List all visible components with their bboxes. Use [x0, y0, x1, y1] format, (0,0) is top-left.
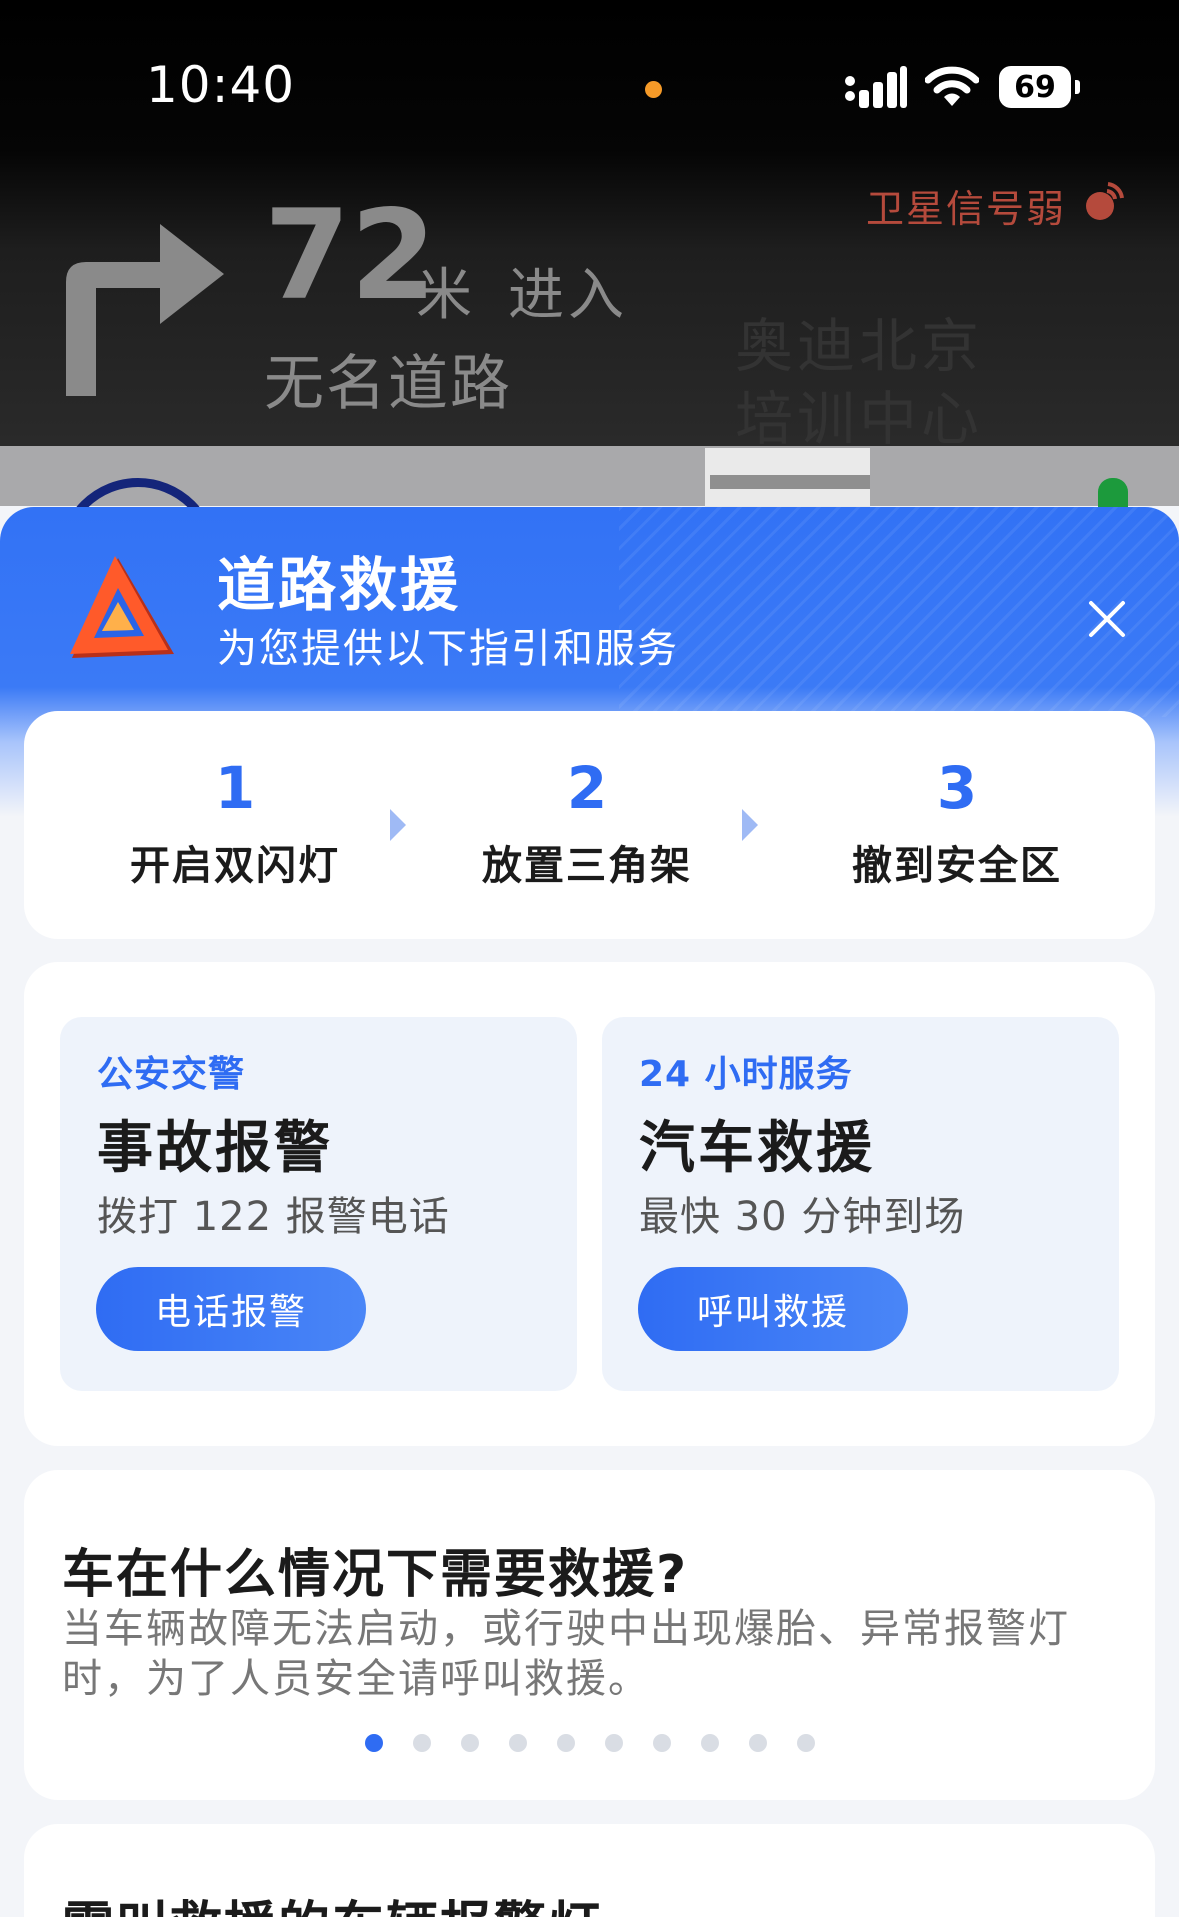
map-poi-label: 奥迪北京 培训中心 — [735, 310, 983, 455]
satellite-icon — [1086, 182, 1124, 220]
privacy-indicator-dot — [645, 81, 662, 98]
map-road-marking — [710, 475, 870, 489]
step-number: 2 — [566, 754, 608, 822]
pagination-dot[interactable] — [748, 1734, 767, 1752]
gps-warning-text: 卫星信号弱 — [866, 187, 1067, 231]
step-label: 撤到安全区 — [852, 843, 1062, 889]
map-poi-line2: 培训中心 — [735, 384, 984, 453]
rescue-title: 道路救援 — [217, 551, 462, 619]
step-arrow-icon — [390, 809, 406, 841]
road-name: 无名道路 — [264, 349, 512, 419]
warning-lights-card[interactable]: 需叫救援的车辆报警灯 — [24, 1824, 1155, 1917]
close-icon[interactable] — [1082, 594, 1132, 644]
pagination-dots[interactable] — [24, 1734, 1155, 1752]
wifi-icon — [925, 66, 979, 106]
service-tag: 公安交警 — [97, 1054, 246, 1095]
step-label: 开启双闪灯 — [130, 843, 340, 889]
section-title: 需叫救援的车辆报警灯 — [62, 1884, 602, 1917]
step-hazard-lights: 1 开启双闪灯 — [110, 759, 360, 891]
info-text: 当车辆故障无法启动，或行驶中出现爆胎、异常报警灯时，为了人员安全请呼叫救援。 — [62, 1606, 1070, 1702]
rescue-subtitle: 为您提供以下指引和服务 — [217, 626, 679, 672]
step-arrow-icon — [742, 809, 758, 841]
service-description: 拨打 122 报警电话 — [97, 1194, 450, 1240]
service-title: 汽车救援 — [639, 1116, 875, 1181]
pagination-dot[interactable] — [604, 1734, 623, 1752]
pagination-dot[interactable] — [652, 1734, 671, 1752]
service-car-rescue: 24 小时服务 汽车救援 最快 30 分钟到场 呼叫救援 — [602, 1017, 1119, 1391]
step-number: 1 — [214, 754, 256, 822]
step-number: 3 — [936, 754, 978, 822]
service-description: 最快 30 分钟到场 — [639, 1194, 966, 1240]
pagination-dot[interactable] — [700, 1734, 719, 1752]
pagination-dot[interactable] — [508, 1734, 527, 1752]
battery-indicator: 69 — [999, 66, 1071, 108]
distance-unit: 米 — [416, 263, 472, 328]
service-tag: 24 小时服务 — [639, 1054, 853, 1095]
status-time: 10:40 — [146, 56, 296, 114]
battery-tip — [1075, 80, 1080, 94]
turn-right-arrow-icon — [66, 224, 224, 396]
services-card: 公安交警 事故报警 拨打 122 报警电话 电话报警 24 小时服务 汽车救援 … — [24, 962, 1155, 1446]
pagination-dot[interactable] — [796, 1734, 815, 1752]
pagination-dot[interactable] — [460, 1734, 479, 1752]
safety-steps-card: 1 开启双闪灯 2 放置三角架 3 撤到安全区 — [24, 711, 1155, 939]
map-poi-line1: 奥迪北京 — [735, 312, 984, 380]
pagination-dot[interactable] — [556, 1734, 575, 1752]
warning-triangle-icon — [70, 556, 174, 658]
turn-action-label: 进入 — [508, 263, 628, 328]
cellular-signal-icon — [845, 66, 907, 108]
distance-value: 72 — [264, 184, 437, 328]
call-police-button[interactable]: 电话报警 — [96, 1267, 366, 1351]
info-title: 车在什么情况下需要救援? — [62, 1545, 689, 1605]
service-title: 事故报警 — [97, 1116, 333, 1181]
rescue-info-card[interactable]: 车在什么情况下需要救援? 当车辆故障无法启动，或行驶中出现爆胎、异常报警灯时，为… — [24, 1470, 1155, 1800]
step-label: 放置三角架 — [482, 843, 692, 889]
pagination-dot[interactable] — [412, 1734, 431, 1752]
step-safe-zone: 3 撤到安全区 — [832, 759, 1082, 891]
service-accident-report: 公安交警 事故报警 拨打 122 报警电话 电话报警 — [60, 1017, 577, 1391]
call-rescue-button[interactable]: 呼叫救援 — [638, 1267, 908, 1351]
pagination-dot[interactable] — [364, 1734, 383, 1752]
step-triangle: 2 放置三角架 — [462, 759, 712, 891]
